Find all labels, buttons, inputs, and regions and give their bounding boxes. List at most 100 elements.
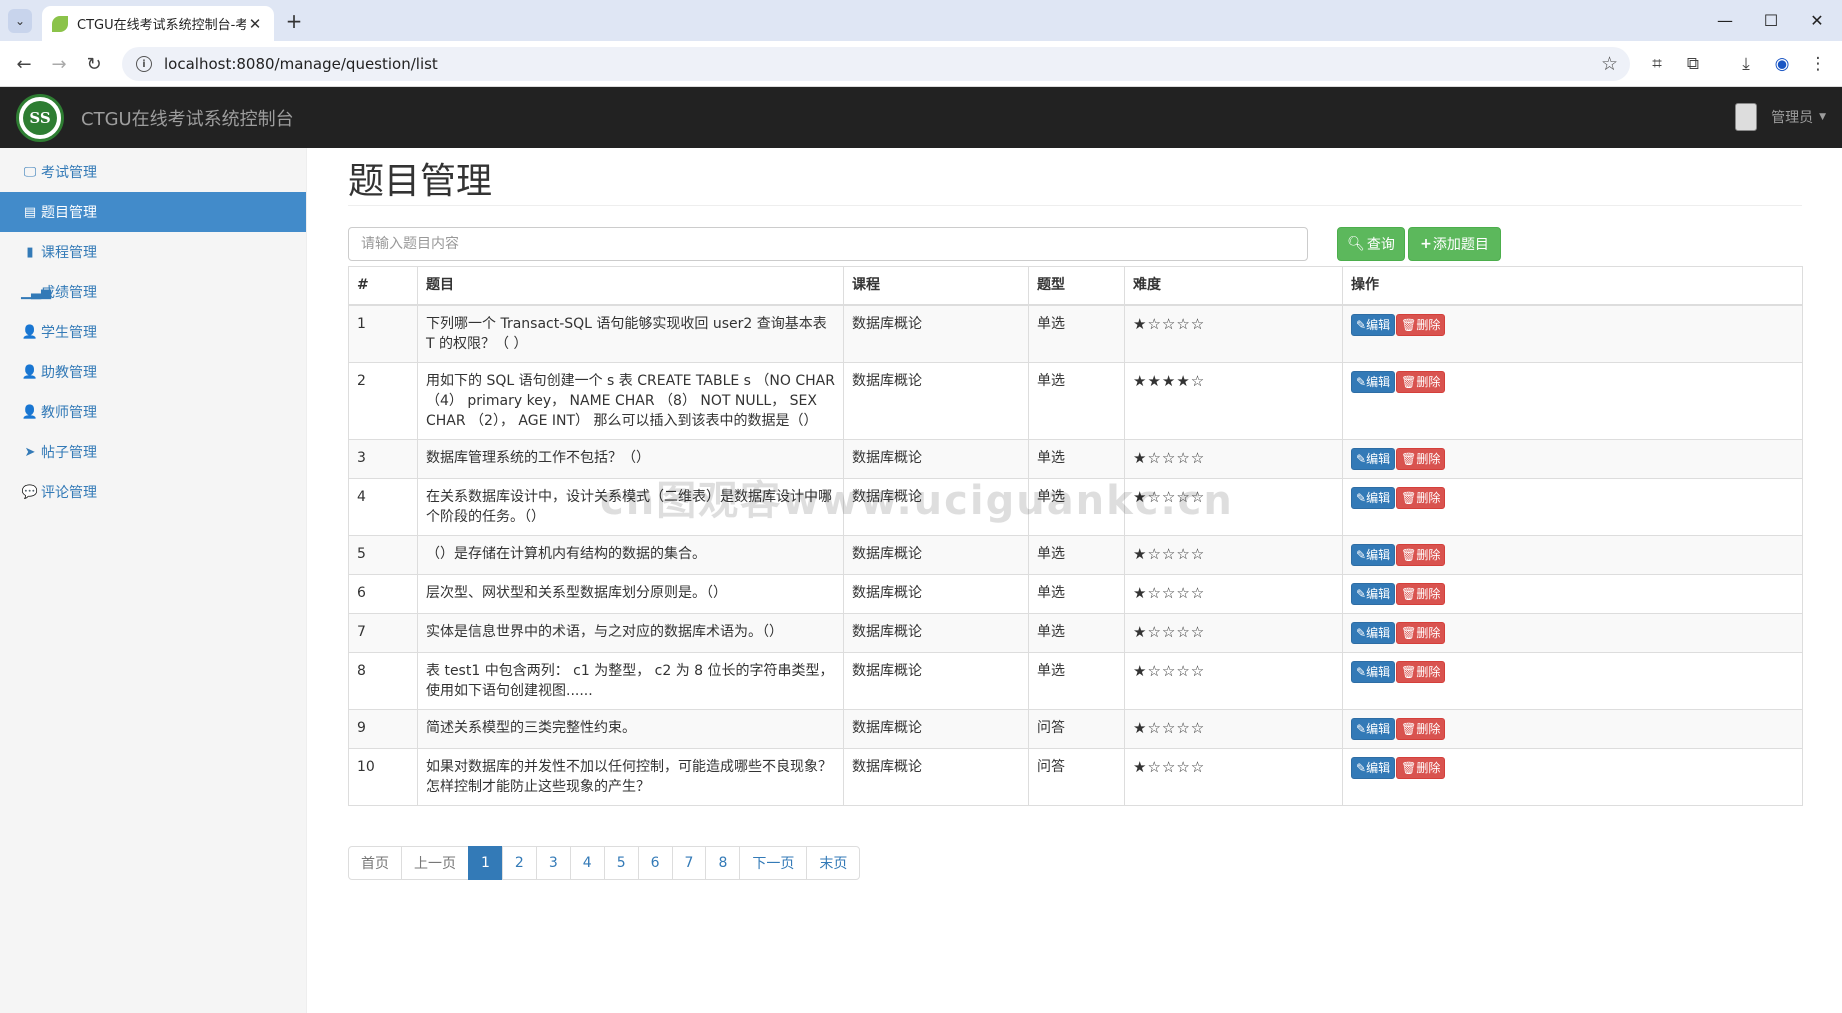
back-arrow-icon[interactable]: ← [11, 52, 37, 76]
table-row: 2 用如下的 SQL 语句创建一个 s 表 CREATE TABLE s （NO … [348, 361, 1803, 440]
delete-button[interactable]: 🗑︎删除 [1396, 486, 1446, 509]
delete-button[interactable]: 🗑︎删除 [1396, 756, 1446, 779]
row-question: 下列哪一个 Transact-SQL 语句能够实现收回 user2 查询基本表 … [417, 304, 844, 363]
site-info-icon[interactable]: i [136, 56, 152, 72]
edit-button[interactable]: ✎编辑 [1351, 717, 1396, 740]
brand-title[interactable]: CTGU在线考试系统控制台 [81, 105, 294, 131]
sidebar-item-exam[interactable]: 🖵 考试管理 [0, 152, 306, 192]
maximize-icon[interactable]: ☐ [1748, 8, 1794, 32]
sidebar-item-label: 助教管理 [41, 365, 97, 381]
minimize-icon[interactable]: — [1702, 8, 1748, 32]
tab-search-chevron-icon[interactable]: ⌄ [8, 9, 32, 33]
row-type: 单选 [1028, 573, 1125, 614]
page-7[interactable]: 7 [671, 846, 707, 880]
edit-button[interactable]: ✎编辑 [1351, 447, 1396, 470]
sidebar: 🖵 考试管理 ▤ 题目管理 ▮ 课程管理 ▁▃▅ 成绩管理 👤 学生管理 👤 助… [0, 148, 307, 1013]
delete-button[interactable]: 🗑︎删除 [1396, 621, 1446, 644]
edit-button[interactable]: ✎编辑 [1351, 756, 1396, 779]
row-difficulty-stars: ★☆☆☆☆ [1124, 477, 1343, 536]
bookmark-star-icon[interactable]: ☆ [1601, 53, 1618, 75]
delete-button[interactable]: 🗑︎删除 [1396, 370, 1446, 393]
more-menu-icon[interactable]: ⋮ [1805, 52, 1831, 76]
row-difficulty-stars: ★☆☆☆☆ [1124, 747, 1343, 806]
edit-button[interactable]: ✎编辑 [1351, 621, 1396, 644]
page-2[interactable]: 2 [501, 846, 537, 880]
delete-button-label: 删除 [1416, 490, 1441, 505]
sidebar-item-course[interactable]: ▮ 课程管理 [0, 232, 306, 272]
page-3[interactable]: 3 [535, 846, 571, 880]
page-4[interactable]: 4 [569, 846, 605, 880]
edit-button[interactable]: ✎编辑 [1351, 660, 1396, 683]
delete-button[interactable]: 🗑︎删除 [1396, 447, 1446, 470]
delete-button[interactable]: 🗑︎删除 [1396, 582, 1446, 605]
sidebar-item-label: 课程管理 [41, 245, 97, 261]
delete-button[interactable]: 🗑︎删除 [1396, 313, 1446, 336]
page-title: 题目管理 [348, 161, 493, 202]
logo-mark: SS [23, 101, 57, 135]
edit-button[interactable]: ✎编辑 [1351, 313, 1396, 336]
delete-button[interactable]: 🗑︎删除 [1396, 717, 1446, 740]
book-icon: ▮ [26, 244, 34, 260]
row-course: 数据库概论 [843, 708, 1029, 749]
edit-icon: ✎ [1356, 586, 1367, 601]
crop-icon[interactable]: ⌗ [1644, 52, 1670, 76]
user-dropdown[interactable]: 管理员 ▼ [1735, 103, 1826, 131]
page-next[interactable]: 下一页 [739, 846, 808, 880]
sidebar-item-label: 评论管理 [41, 485, 97, 501]
sidebar-item-label: 题目管理 [41, 205, 97, 221]
browser-tab[interactable]: CTGU在线考试系统控制台-考试 ✕ [42, 6, 274, 41]
page-first[interactable]: 首页 [348, 846, 402, 880]
profile-icon[interactable]: ◉ [1769, 52, 1795, 76]
reload-icon[interactable]: ↻ [81, 52, 107, 76]
page-prev[interactable]: 上一页 [401, 846, 469, 880]
row-course: 数据库概论 [843, 534, 1029, 575]
sidebar-item-comments[interactable]: 💬 评论管理 [0, 472, 306, 512]
trash-icon: 🗑︎ [1401, 721, 1417, 736]
table-row: 4 在关系数据库设计中，设计关系模式（二维表）是数据库设计中哪个阶段的任务。（）数… [348, 477, 1803, 536]
sidebar-item-students[interactable]: 👤 学生管理 [0, 312, 306, 352]
edit-button[interactable]: ✎编辑 [1351, 370, 1396, 393]
edit-button[interactable]: ✎编辑 [1351, 486, 1396, 509]
delete-button-label: 删除 [1416, 760, 1441, 775]
row-course: 数据库概论 [843, 612, 1029, 653]
page-1[interactable]: 1 [468, 846, 503, 880]
row-course: 数据库概论 [843, 573, 1029, 614]
forward-arrow-icon[interactable]: → [46, 52, 72, 76]
table-row: 7 实体是信息世界中的术语，与之对应的数据库术语为。（） 数据库概论 单选 ★☆☆☆☆ ✎… [348, 612, 1803, 653]
delete-button-label: 删除 [1416, 664, 1441, 679]
edit-button[interactable]: ✎编辑 [1351, 582, 1396, 605]
new-tab-plus-icon[interactable]: + [282, 9, 306, 33]
address-bar[interactable]: i localhost:8080/manage/question/list ☆ [122, 47, 1630, 81]
page-last[interactable]: 末页 [806, 846, 861, 880]
search-input[interactable] [348, 227, 1308, 261]
add-question-button[interactable]: + 添加题目 [1408, 227, 1501, 261]
edit-button[interactable]: ✎编辑 [1351, 543, 1396, 566]
sidebar-item-assistants[interactable]: 👤 助教管理 [0, 352, 306, 392]
query-button-label: 查询 [1366, 237, 1395, 253]
delete-button[interactable]: 🗑︎删除 [1396, 660, 1446, 683]
ctgu-logo[interactable]: SS [16, 94, 64, 142]
close-window-icon[interactable]: ✕ [1794, 8, 1840, 32]
row-difficulty-stars: ★☆☆☆☆ [1124, 534, 1343, 575]
row-actions: ✎编辑 🗑︎删除 [1342, 708, 1803, 749]
avatar [1735, 103, 1758, 131]
delete-button[interactable]: 🗑︎删除 [1396, 543, 1446, 566]
row-question: 层次型、网状型和关系型数据库划分原则是。（） [417, 573, 844, 614]
download-icon[interactable]: ⤓ [1733, 52, 1759, 76]
query-button[interactable]: 🔍︎ 查询 [1337, 227, 1405, 261]
page-5[interactable]: 5 [603, 846, 639, 880]
browser-toolbar: ← → ↻ i localhost:8080/manage/question/l… [0, 41, 1842, 87]
edit-icon: ✎ [1356, 664, 1367, 679]
sidebar-item-teachers[interactable]: 👤 教师管理 [0, 392, 306, 432]
edit-button-label: 编辑 [1366, 547, 1391, 562]
sidebar-item-label: 帖子管理 [41, 445, 97, 461]
sidebar-item-question[interactable]: ▤ 题目管理 [0, 192, 306, 232]
page-8[interactable]: 8 [705, 846, 741, 880]
sidebar-item-label: 教师管理 [41, 405, 97, 421]
page-6[interactable]: 6 [637, 846, 673, 880]
sidebar-item-grades[interactable]: ▁▃▅ 成绩管理 [0, 272, 306, 312]
extensions-icon[interactable]: ⧉ [1680, 52, 1706, 76]
sidebar-item-posts[interactable]: ➤ 帖子管理 [0, 432, 306, 472]
close-tab-icon[interactable]: ✕ [246, 15, 264, 33]
row-question: 数据库管理系统的工作不包括？（） [417, 438, 844, 479]
